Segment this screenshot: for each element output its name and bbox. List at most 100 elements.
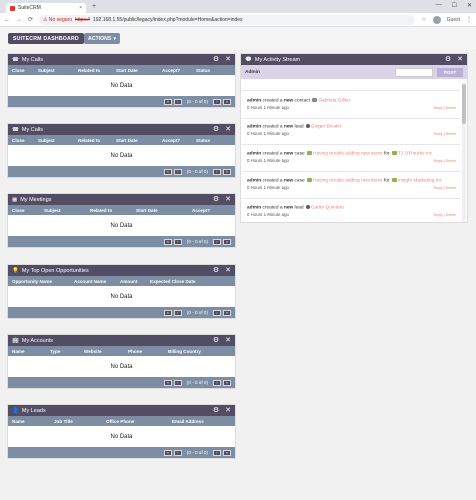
first-page-button[interactable]: « [163, 449, 172, 456]
col-status[interactable]: Status [196, 138, 210, 143]
activity-account-link[interactable]: Insight Marketing Inc [398, 178, 442, 183]
last-page-button[interactable]: » [223, 449, 231, 456]
activity-user[interactable]: admin [247, 205, 261, 210]
minimize-button[interactable]: — [436, 2, 442, 9]
last-page-button[interactable]: » [223, 379, 231, 386]
col-subject[interactable]: Subject [38, 138, 55, 143]
last-page-button[interactable]: » [223, 98, 231, 105]
col-website[interactable]: Website [84, 349, 102, 354]
col-job-title[interactable]: Job Title [54, 419, 73, 424]
col-related-to[interactable]: Related to [78, 68, 100, 73]
browser-menu-icon[interactable]: ⋮ [466, 16, 472, 23]
tab-close-icon[interactable]: × [79, 5, 82, 11]
col-accept[interactable]: Accept? [162, 138, 180, 143]
gear-icon[interactable]: ⚙ [213, 56, 219, 63]
col-close[interactable]: Close [12, 68, 25, 73]
first-page-button[interactable]: « [163, 98, 172, 105]
new-tab-button[interactable]: + [92, 3, 96, 10]
activity-account-link[interactable]: TJ O'Rourke Inc [398, 151, 433, 156]
post-input[interactable] [395, 67, 433, 77]
col-accept[interactable]: Accept? [192, 208, 210, 213]
activity-target-link[interactable]: Carter Quintero [311, 205, 344, 210]
activity-user[interactable]: admin [247, 178, 261, 183]
col-email-address[interactable]: Email Address [172, 419, 204, 424]
post-button[interactable]: POST [437, 67, 463, 77]
col-accept[interactable]: Accept? [162, 68, 180, 73]
reply-delete-links[interactable]: Reply | Delete [433, 132, 456, 136]
close-icon[interactable]: ✕ [225, 196, 231, 203]
col-start-date[interactable]: Start Date [116, 138, 138, 143]
activity-user[interactable]: admin [247, 124, 261, 129]
first-page-button[interactable]: « [163, 168, 172, 175]
prev-page-button[interactable]: ‹ [173, 98, 182, 105]
first-page-button[interactable]: « [163, 309, 172, 316]
maximize-button[interactable]: ☐ [452, 2, 457, 9]
activity-user[interactable]: admin [247, 151, 261, 156]
first-page-button[interactable]: « [163, 238, 172, 245]
col-office-phone[interactable]: Office Phone [106, 419, 134, 424]
profile-label[interactable]: Guest [447, 17, 460, 23]
close-icon[interactable]: ✕ [457, 56, 463, 63]
col-status[interactable]: Status [196, 68, 210, 73]
col-related-to[interactable]: Related to [78, 138, 100, 143]
col-billing-country[interactable]: Billing Country [168, 349, 201, 354]
activity-target-link[interactable]: Having trouble adding new items [313, 178, 383, 183]
col-name[interactable]: Name [12, 349, 25, 354]
back-button[interactable]: ← [4, 17, 10, 23]
prev-page-button[interactable]: ‹ [173, 168, 182, 175]
col-start-date[interactable]: Start Date [116, 68, 138, 73]
last-page-button[interactable]: » [223, 309, 231, 316]
next-page-button[interactable]: › [213, 168, 221, 175]
col-subject[interactable]: Subject [38, 68, 55, 73]
prev-page-button[interactable]: ‹ [173, 309, 182, 316]
profile-avatar[interactable] [432, 15, 441, 24]
url-input[interactable]: ⚠ No seguro https:// 192.168.1.55/public… [39, 14, 416, 25]
activity-target-link[interactable]: Ginger Bicaler [311, 124, 341, 129]
col-account-name[interactable]: Account Name [74, 279, 106, 284]
activity-target-link[interactable]: Gabriela Gillen [318, 98, 350, 103]
gear-icon[interactable]: ⚙ [213, 337, 219, 344]
reply-delete-links[interactable]: Reply | Delete [433, 159, 456, 163]
col-related-to[interactable]: Related to [90, 208, 112, 213]
not-secure-warning[interactable]: ⚠ No seguro [43, 17, 72, 23]
gear-icon[interactable]: ⚙ [445, 56, 451, 63]
first-page-button[interactable]: « [163, 379, 172, 386]
col-close[interactable]: Close [12, 208, 25, 213]
last-page-button[interactable]: » [223, 168, 231, 175]
col-subject[interactable]: Subject [44, 208, 61, 213]
last-page-button[interactable]: » [223, 238, 231, 245]
close-icon[interactable]: ✕ [225, 407, 231, 414]
gear-icon[interactable]: ⚙ [213, 267, 219, 274]
close-icon[interactable]: ✕ [225, 337, 231, 344]
browser-tab[interactable]: SuiteCRM × [6, 3, 86, 13]
col-amount[interactable]: Amount [120, 279, 137, 284]
close-icon[interactable]: ✕ [225, 126, 231, 133]
next-page-button[interactable]: › [213, 238, 221, 245]
close-icon[interactable]: ✕ [225, 267, 231, 274]
col-type[interactable]: Type [50, 349, 60, 354]
prev-page-button[interactable]: ‹ [173, 379, 182, 386]
close-window-button[interactable]: ✕ [467, 2, 472, 9]
prev-page-button[interactable]: ‹ [173, 238, 182, 245]
suitecrm-dashboard-tab[interactable]: SUITECRM DASHBOARD [8, 33, 84, 44]
next-page-button[interactable]: › [213, 98, 221, 105]
activity-target-link[interactable]: Having trouble adding new items [313, 151, 383, 156]
col-phone[interactable]: Phone [128, 349, 142, 354]
gear-icon[interactable]: ⚙ [213, 407, 219, 414]
forward-button[interactable]: → [16, 17, 22, 23]
next-page-button[interactable]: › [213, 309, 221, 316]
prev-page-button[interactable]: ‹ [173, 449, 182, 456]
bookmark-star-icon[interactable]: ☆ [421, 16, 426, 23]
reply-delete-links[interactable]: Reply | Delete [433, 186, 456, 190]
actions-button[interactable]: ACTIONS ▾ [84, 33, 120, 44]
reply-delete-links[interactable]: Reply | Delete [433, 106, 456, 110]
gear-icon[interactable]: ⚙ [213, 196, 219, 203]
col-close[interactable]: Close [12, 138, 25, 143]
col-name[interactable]: Name [12, 419, 25, 424]
reload-button[interactable]: ⟳ [28, 16, 33, 23]
next-page-button[interactable]: › [213, 449, 221, 456]
reply-delete-links[interactable]: Reply | Delete [433, 213, 456, 217]
scrollbar-thumb[interactable] [462, 84, 466, 124]
col-opportunity-name[interactable]: Opportunity Name [12, 279, 52, 284]
col-expected-close-date[interactable]: Expected Close Date [150, 279, 195, 284]
